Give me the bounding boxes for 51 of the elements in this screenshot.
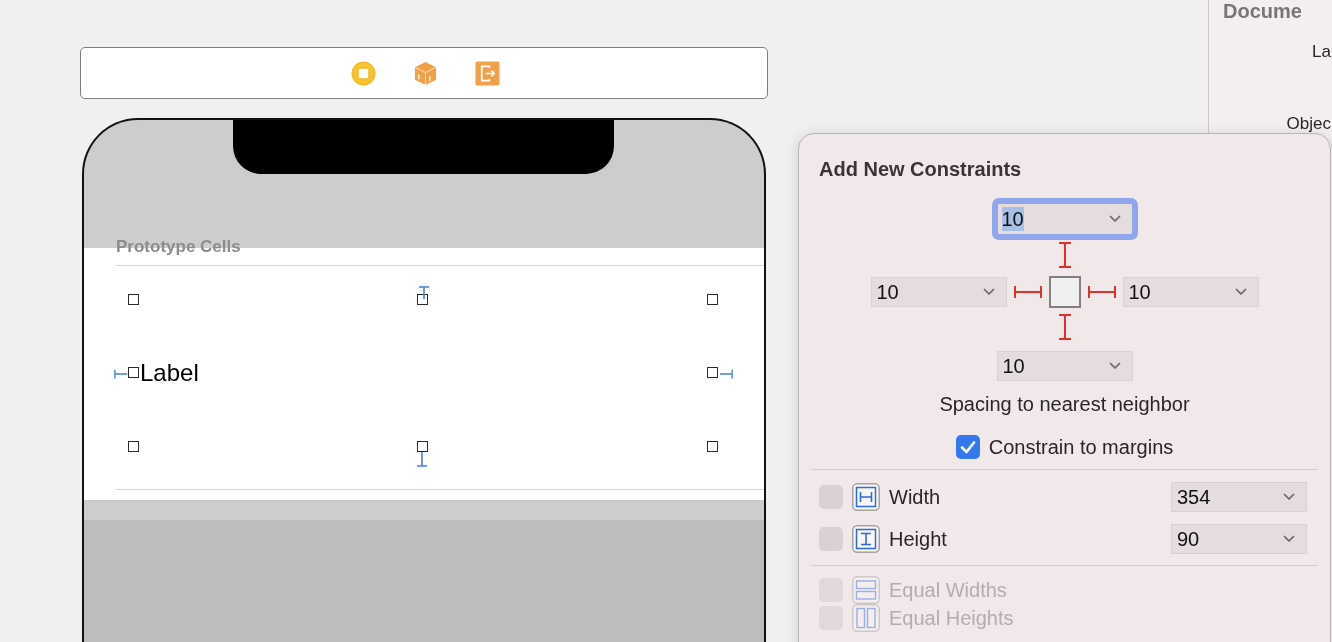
resize-handle[interactable] (127, 293, 139, 305)
constraint-bar-icon[interactable] (1087, 285, 1116, 299)
constraint-label: Equal Widths (889, 578, 1007, 602)
resize-handle[interactable] (417, 293, 428, 305)
spacing-field[interactable]: 10 (1122, 277, 1259, 307)
inspector-label: La (1312, 42, 1332, 62)
resize-handle[interactable] (127, 440, 139, 452)
checkbox[interactable] (819, 485, 843, 509)
height-icon (852, 525, 880, 553)
constraint-bar-icon[interactable] (1057, 242, 1072, 268)
resize-handle[interactable] (706, 367, 718, 378)
checkbox[interactable] (819, 527, 843, 551)
equal-heights-icon (852, 604, 880, 632)
exit-icon[interactable] (474, 60, 500, 86)
constraint-icon (418, 286, 430, 300)
chevron-down-icon (1108, 215, 1121, 223)
size-field[interactable]: 90 (1171, 524, 1307, 554)
resize-handle[interactable] (127, 367, 139, 378)
checkbox-label[interactable]: Constrain to margins (988, 435, 1174, 459)
chevron-down-icon (1283, 493, 1295, 501)
table-cell[interactable]: Label (84, 266, 764, 481)
resize-handle[interactable] (706, 440, 718, 452)
spacing-field[interactable]: 10 (996, 351, 1133, 381)
cube-icon[interactable] (412, 60, 438, 86)
checkbox[interactable] (955, 435, 980, 459)
constraint-label: Width (889, 485, 941, 509)
chevron-down-icon (1108, 362, 1121, 370)
constraint-icon (416, 451, 428, 467)
resize-handle[interactable] (706, 293, 718, 305)
size-field[interactable]: 354 (1171, 482, 1307, 512)
chevron-down-icon (1234, 288, 1247, 296)
constraint-bar-icon[interactable] (1057, 314, 1072, 340)
spacing-field[interactable]: 10 (991, 198, 1138, 240)
width-icon (852, 483, 880, 511)
equal-widths-icon (852, 576, 880, 604)
spacing-field[interactable]: 10 (870, 277, 1007, 307)
spacing-caption: Spacing to nearest neighbor (938, 392, 1191, 416)
chevron-down-icon (1283, 535, 1295, 543)
popover-title: Add New Constraints (819, 157, 1023, 181)
constraint-icon (719, 368, 733, 380)
chevron-down-icon (982, 288, 995, 296)
resize-handle[interactable] (417, 440, 428, 452)
section-header: Prototype Cells (116, 237, 242, 257)
constraint-label: Height (889, 527, 947, 551)
inspector-title: Docume (1223, 0, 1302, 22)
constraint-label: Equal Heights (889, 606, 1014, 630)
inspector-label: Objec (1286, 114, 1332, 134)
view-square-icon (1048, 276, 1081, 308)
constraint-bar-icon[interactable] (1013, 285, 1042, 299)
constraint-icon (114, 368, 128, 380)
cell-label[interactable]: Label (140, 358, 199, 387)
